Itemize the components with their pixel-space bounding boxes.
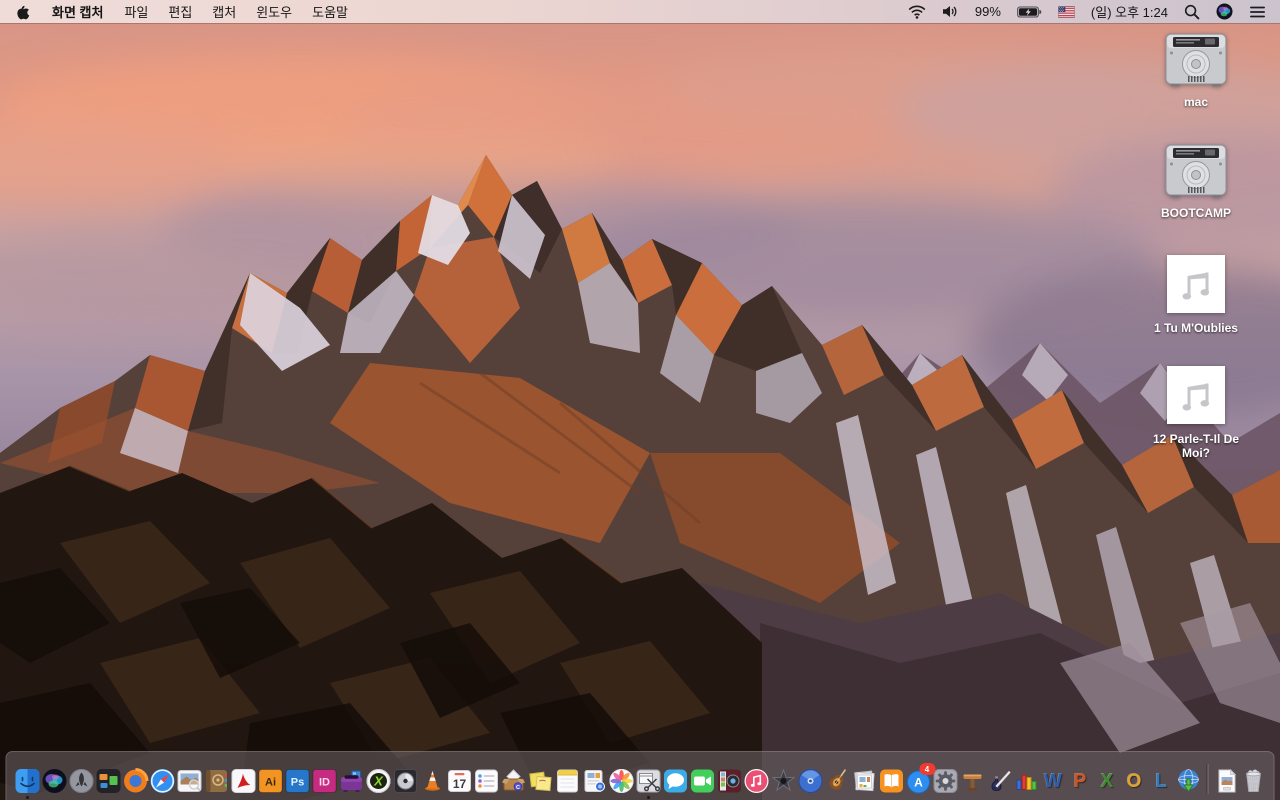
powerpoint-letter-glyph: P xyxy=(1073,771,1087,792)
grab-screen-capture-running-indicator xyxy=(646,796,650,799)
dock-firefox-icon[interactable] xyxy=(122,767,148,794)
dock-messages-icon[interactable] xyxy=(662,767,688,794)
dock-photo-booth-icon[interactable] xyxy=(716,767,742,794)
outlook-letter-glyph: O xyxy=(1126,771,1142,792)
hard-drive-icon xyxy=(1165,33,1227,92)
excel-letter-glyph: X xyxy=(1100,771,1114,792)
svg-text:17: 17 xyxy=(452,777,466,791)
dock-garageband-icon[interactable] xyxy=(824,767,850,794)
dock-notepad-icon[interactable] xyxy=(554,767,580,794)
dock-document-connection-icon[interactable] xyxy=(1175,767,1201,794)
dock-vlc-icon[interactable] xyxy=(419,767,445,794)
volume-icon[interactable] xyxy=(934,0,967,23)
dock-stuffit-expander-icon[interactable]: C xyxy=(500,767,526,794)
word-letter-glyph: W xyxy=(1044,771,1062,792)
svg-text:Ai: Ai xyxy=(265,777,276,789)
desktop-icon-drive-mac[interactable]: mac xyxy=(1165,33,1227,144)
dock-mission-control-icon[interactable] xyxy=(95,767,121,794)
menu-bar-clock[interactable]: (일) 오후 1:24 xyxy=(1083,0,1176,23)
dock-document-file-icon[interactable] xyxy=(1213,767,1239,794)
dock-reminders-icon[interactable] xyxy=(473,767,499,794)
desktop[interactable]: mac BOOTCAMP 1 Tu M'Oublies 12 Parle-T-Il D… xyxy=(0,23,1280,800)
svg-text:Ps: Ps xyxy=(290,777,303,789)
dock-finder-icon[interactable] xyxy=(14,767,40,799)
dock-photos-icon[interactable] xyxy=(608,767,634,794)
desktop-icon-label: 12 Parle-T-Il De Moi? xyxy=(1152,432,1240,460)
dock-grab-screen-capture-icon[interactable] xyxy=(635,767,661,799)
dock-calendar-icon[interactable]: 17 xyxy=(446,767,472,794)
dock-x-utility-icon[interactable]: X xyxy=(365,767,391,794)
menu-item-3[interactable]: 캡처 xyxy=(202,0,246,23)
notification-center-icon[interactable] xyxy=(1241,0,1274,23)
dock-preview-icon[interactable] xyxy=(176,767,202,794)
dock-indesign-icon[interactable]: ID xyxy=(311,767,337,794)
dock-idvd-icon[interactable] xyxy=(797,767,823,794)
app-menu-title[interactable]: 화면 캡처 xyxy=(41,0,114,23)
dock-siri-icon[interactable] xyxy=(41,767,67,794)
dock-system-preferences-icon[interactable] xyxy=(932,767,958,794)
dock-trash-icon[interactable] xyxy=(1240,767,1266,794)
dock-outlook-icon[interactable]: O xyxy=(1121,767,1147,794)
svg-text:C: C xyxy=(516,785,520,791)
dock-pages-icon[interactable] xyxy=(986,767,1012,794)
menu-bar-left: 화면 캡처 파일 편집 캡처 윈도우 도움말 xyxy=(6,0,358,23)
apple-logo-icon xyxy=(17,5,30,20)
dock-disc-utility-icon[interactable] xyxy=(392,767,418,794)
battery-charging-icon[interactable] xyxy=(1009,0,1050,23)
dock-adobe-reader-icon[interactable] xyxy=(230,767,256,794)
dock-divider xyxy=(1206,764,1208,794)
dock-lync-icon[interactable]: L xyxy=(1148,767,1174,794)
hard-drive-icon xyxy=(1165,144,1227,203)
desktop-icon-audio-file-1[interactable]: 1 Tu M'Oublies xyxy=(1154,255,1238,366)
desktop-icon-drive-bootcamp[interactable]: BOOTCAMP xyxy=(1161,144,1231,255)
battery-percent[interactable]: 99% xyxy=(967,0,1009,23)
dock-facetime-icon[interactable] xyxy=(689,767,715,794)
lync-letter-glyph: L xyxy=(1155,771,1167,792)
dock-launchpad-icon[interactable] xyxy=(68,767,94,794)
menu-item-5[interactable]: 도움말 xyxy=(302,0,358,23)
dock-safari-icon[interactable] xyxy=(149,767,175,794)
dock-word-icon[interactable]: W xyxy=(1040,767,1066,794)
dock-illustrator-icon[interactable]: Ai xyxy=(257,767,283,794)
dock-stickies-icon[interactable] xyxy=(527,767,553,794)
menu-bar-status-area: 99% (일) 오후 1:24 xyxy=(900,0,1274,23)
spotlight-search-icon[interactable] xyxy=(1176,0,1208,23)
svg-text:X: X xyxy=(373,774,384,789)
dock-toast-icon[interactable] xyxy=(338,767,364,794)
dock-installer-icon[interactable] xyxy=(581,767,607,794)
dock-photoshop-icon[interactable]: Ps xyxy=(284,767,310,794)
desktop-icon-label: BOOTCAMP xyxy=(1161,206,1231,220)
sierra-wallpaper xyxy=(0,23,1280,800)
desktop-icons-column: mac BOOTCAMP 1 Tu M'Oublies 12 Parle-T-Il D… xyxy=(1134,33,1258,477)
dock-itunes-icon[interactable] xyxy=(743,767,769,794)
desktop-icon-label: 1 Tu M'Oublies xyxy=(1154,321,1238,335)
dock-excel-icon[interactable]: X xyxy=(1094,767,1120,794)
wifi-icon[interactable] xyxy=(900,0,934,23)
menu-item-2[interactable]: 편집 xyxy=(158,0,202,23)
audio-file-icon xyxy=(1167,366,1225,429)
menu-bar: 화면 캡처 파일 편집 캡처 윈도우 도움말 99% (일) 오후 1:24 xyxy=(0,0,1280,23)
dock-ibooks-icon[interactable] xyxy=(878,767,904,794)
dock-powerpoint-icon[interactable]: P xyxy=(1067,767,1093,794)
finder-running-indicator xyxy=(25,796,29,799)
dock-keynote-icon[interactable] xyxy=(959,767,985,794)
audio-file-icon xyxy=(1166,255,1225,318)
svg-text:A: A xyxy=(914,776,923,790)
app-store-badge: 4 xyxy=(919,763,935,775)
svg-text:ID: ID xyxy=(319,777,330,789)
desktop-icon-audio-file-12[interactable]: 12 Parle-T-Il De Moi? xyxy=(1139,366,1253,477)
dock-iweb-icon[interactable] xyxy=(851,767,877,794)
dock-contacts-book-icon[interactable] xyxy=(203,767,229,794)
input-source-us-flag-icon[interactable] xyxy=(1050,0,1083,23)
menu-item-1[interactable]: 파일 xyxy=(114,0,158,23)
desktop-icon-label: mac xyxy=(1183,95,1209,109)
dock-imovie-icon[interactable] xyxy=(770,767,796,794)
siri-icon[interactable] xyxy=(1208,0,1241,23)
dock: Ai Ps ID X 17 C A 4 W P X O L xyxy=(5,751,1275,800)
menu-item-4[interactable]: 윈도우 xyxy=(246,0,302,23)
dock-app-store-icon[interactable]: A4 xyxy=(905,763,935,794)
dock-microsoft-office-icon[interactable] xyxy=(1013,767,1039,794)
apple-menu[interactable] xyxy=(6,0,41,23)
